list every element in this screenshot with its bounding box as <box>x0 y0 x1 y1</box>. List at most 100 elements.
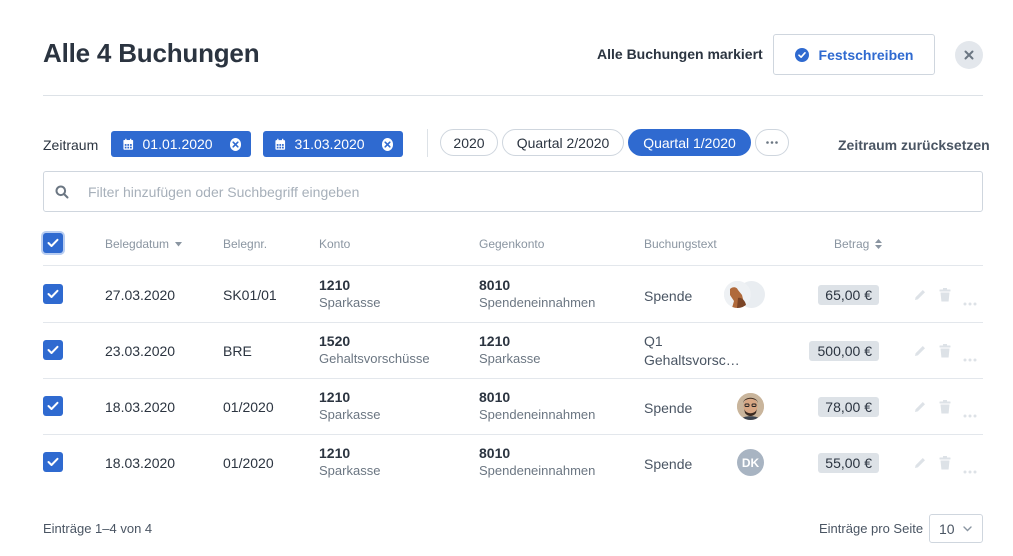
col-gegenkonto: Gegenkonto <box>479 237 545 251</box>
konto-number: 1210 <box>319 389 351 405</box>
checkmark-icon <box>47 289 59 298</box>
period-2020[interactable]: 2020 <box>440 129 498 156</box>
row-checkbox[interactable] <box>43 284 63 304</box>
edit-pencil-icon[interactable] <box>913 344 927 363</box>
date-from-value: 01.01.2020 <box>142 136 213 152</box>
check-circle-icon <box>794 47 809 62</box>
delete-trash-icon[interactable] <box>939 400 951 419</box>
konto-number: 1520 <box>319 333 351 349</box>
edit-pencil-icon[interactable] <box>913 288 927 307</box>
row-buchungstext: Spende <box>644 288 693 304</box>
avatar <box>737 393 764 420</box>
gegenkonto-number: 8010 <box>479 277 511 293</box>
row-more-icon[interactable] <box>963 461 977 479</box>
konto-number: 1210 <box>319 277 351 293</box>
per-page-select[interactable]: 10 <box>929 514 983 543</box>
col-konto: Konto <box>319 237 351 251</box>
select-all-checkbox[interactable] <box>43 233 63 253</box>
table-divider <box>43 434 983 435</box>
user-photo-icon <box>737 393 764 420</box>
row-checkbox[interactable] <box>43 340 63 360</box>
checkmark-icon <box>47 457 59 466</box>
row-more-icon[interactable] <box>963 405 977 423</box>
gegenkonto-name: Spendeneinnahmen <box>479 407 596 422</box>
row-konto: 1520 Gehaltsvorschüsse <box>319 333 430 366</box>
row-date: 27.03.2020 <box>105 287 176 303</box>
per-page-label: Einträge pro Seite <box>819 521 924 536</box>
row-buchungstext: Q1 Gehaltsvorsc… <box>644 332 744 370</box>
reset-period-link[interactable]: Zeitraum zurücksetzen <box>838 137 990 153</box>
close-button[interactable] <box>955 41 983 69</box>
row-more-icon[interactable] <box>963 293 977 311</box>
commit-button[interactable]: Festschreiben <box>773 34 935 75</box>
avatar-initials: DK <box>737 449 764 476</box>
date-to-value: 31.03.2020 <box>294 136 365 152</box>
avatar <box>724 281 751 308</box>
row-belegnr: 01/2020 <box>223 455 274 471</box>
delete-trash-icon[interactable] <box>939 288 951 307</box>
search-icon <box>55 185 69 199</box>
user-photo-icon <box>724 281 751 308</box>
row-konto: 1210 Sparkasse <box>319 389 380 422</box>
col-belegdatum[interactable]: Belegdatum <box>105 237 183 251</box>
date-to-chip[interactable]: 31.03.2020 <box>263 131 403 157</box>
checkmark-icon <box>47 345 59 354</box>
row-buchungstext: Spende <box>644 456 693 472</box>
row-amount: 500,00 € <box>809 341 879 361</box>
calendar-icon <box>123 138 134 150</box>
header-divider <box>43 95 983 96</box>
row-checkbox[interactable] <box>43 396 63 416</box>
konto-name: Sparkasse <box>319 407 381 422</box>
col-betrag[interactable]: Betrag <box>834 237 882 251</box>
calendar-icon <box>275 138 286 150</box>
more-icon <box>766 141 778 144</box>
row-buchungstext: Spende <box>644 400 693 416</box>
row-date: 18.03.2020 <box>105 399 176 415</box>
konto-number: 1210 <box>319 445 351 461</box>
konto-name: Sparkasse <box>319 295 381 310</box>
row-more-icon[interactable] <box>963 349 977 367</box>
row-amount: 78,00 € <box>818 397 879 417</box>
gegenkonto-name: Sparkasse <box>479 351 541 366</box>
search-box[interactable] <box>43 171 983 212</box>
row-gegenkonto: 8010 Spendeneinnahmen <box>479 445 595 478</box>
col-belegdatum-label: Belegdatum <box>105 237 170 251</box>
delete-trash-icon[interactable] <box>939 456 951 475</box>
row-amount: 65,00 € <box>818 285 879 305</box>
row-gegenkonto: 8010 Spendeneinnahmen <box>479 277 595 310</box>
search-input[interactable] <box>88 180 968 204</box>
checkmark-icon <box>47 238 59 247</box>
table-divider <box>43 322 983 323</box>
table-divider <box>43 265 983 266</box>
delete-trash-icon[interactable] <box>939 344 951 363</box>
clear-date-to-icon[interactable] <box>381 137 393 151</box>
date-from-chip[interactable]: 01.01.2020 <box>111 131 251 157</box>
row-belegnr: BRE <box>223 343 252 359</box>
page-title: Alle 4 Buchungen <box>43 38 260 68</box>
edit-pencil-icon[interactable] <box>913 456 927 475</box>
period-quartal-1-2020[interactable]: Quartal 1/2020 <box>628 129 751 156</box>
row-gegenkonto: 8010 Spendeneinnahmen <box>479 389 595 422</box>
konto-name: Sparkasse <box>319 463 381 478</box>
col-belegnr: Belegnr. <box>223 237 268 251</box>
col-betrag-label: Betrag <box>834 237 870 251</box>
buchungstext-line2: Gehaltsvorsc… <box>644 352 740 368</box>
close-icon <box>964 50 974 60</box>
commit-label: Festschreiben <box>818 46 914 63</box>
selection-status: Alle Buchungen markiert <box>597 46 763 62</box>
row-gegenkonto: 1210 Sparkasse <box>479 333 540 366</box>
zeitraum-label: Zeitraum <box>43 137 99 153</box>
per-page-value: 10 <box>939 520 955 537</box>
sort-down-icon <box>175 242 183 247</box>
row-date: 23.03.2020 <box>105 343 176 359</box>
edit-pencil-icon[interactable] <box>913 400 927 419</box>
row-konto: 1210 Sparkasse <box>319 445 380 478</box>
col-buchungstext: Buchungstext <box>644 237 717 251</box>
more-periods-button[interactable] <box>755 129 789 156</box>
row-belegnr: 01/2020 <box>223 399 274 415</box>
gegenkonto-name: Spendeneinnahmen <box>479 463 596 478</box>
period-quartal-2-2020[interactable]: Quartal 2/2020 <box>502 129 624 156</box>
clear-date-from-icon[interactable] <box>229 137 241 151</box>
gegenkonto-number: 8010 <box>479 389 511 405</box>
row-checkbox[interactable] <box>43 452 63 472</box>
